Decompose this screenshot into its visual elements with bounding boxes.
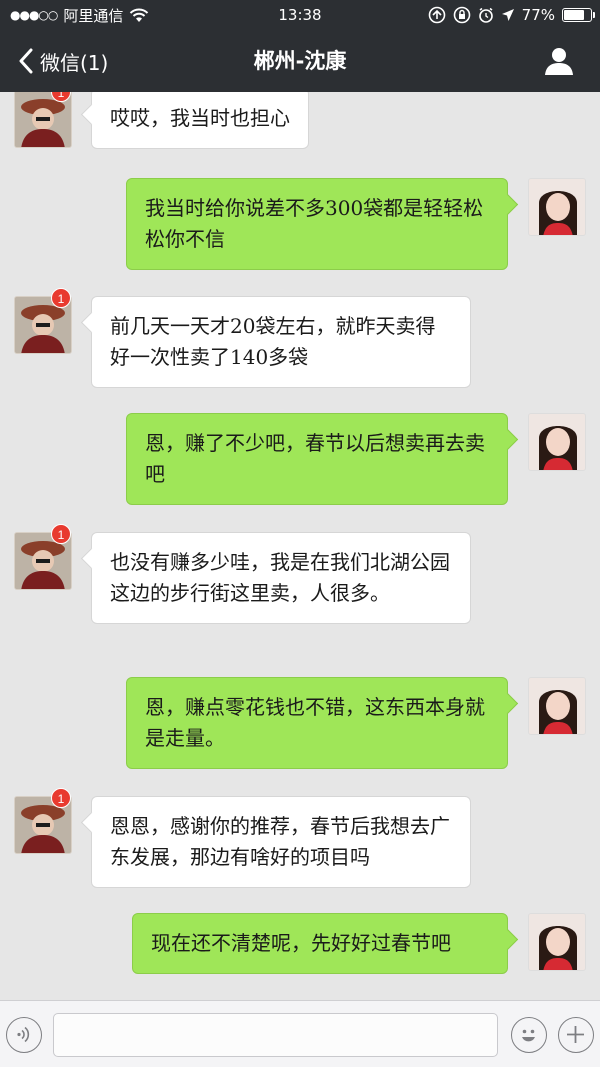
unread-badge: 1 [51, 288, 71, 308]
carrier-name: 阿里通信 [63, 6, 124, 25]
message-bubble-received[interactable]: 也没有赚多少哇，我是在我们北湖公园这边的步行街这里卖，人很多。 [91, 532, 471, 624]
my-avatar-image [529, 914, 585, 970]
my-avatar[interactable] [528, 677, 586, 735]
location-icon [501, 9, 514, 21]
plus-icon [567, 1026, 584, 1043]
status-left: ●●●○○ 阿里通信 [10, 5, 210, 26]
my-avatar-image [529, 179, 585, 235]
message-bubble-sent[interactable]: 现在还不清楚呢，先好好过春节吧 [132, 913, 508, 974]
chevron-left-icon [19, 48, 33, 74]
status-bar: ●●●○○ 阿里通信 13:38 77% [0, 0, 600, 30]
my-avatar[interactable] [528, 178, 586, 236]
message-bubble-sent[interactable]: 恩，赚点零花钱也不错，这东西本身就是走量。 [126, 677, 508, 769]
emoji-icon [522, 1029, 535, 1042]
unread-badge: 1 [51, 524, 71, 544]
back-button[interactable]: 微信(1) [18, 30, 108, 92]
more-button[interactable] [558, 1017, 594, 1053]
sync-icon [428, 6, 445, 24]
my-avatar[interactable] [528, 913, 586, 971]
emoji-button[interactable] [511, 1017, 547, 1053]
voice-icon [17, 1026, 30, 1043]
rotation-lock-icon [453, 6, 470, 24]
my-avatar-image [529, 678, 585, 734]
status-right: 77% [428, 6, 595, 24]
alarm-icon [478, 7, 493, 23]
unread-badge: 1 [51, 788, 71, 808]
input-bar [0, 1000, 600, 1067]
battery-percent: 77% [521, 6, 555, 24]
my-avatar-image [529, 414, 585, 470]
chat-history[interactable]: 1 哎哎，我当时也担心 我当时给你说差不多300袋都是轻轻松松你不信 1 前几天… [0, 92, 600, 1000]
message-bubble-received[interactable]: 前几天一天才20袋左右，就昨天卖得好一次性卖了140多袋 [91, 296, 471, 388]
battery-level [564, 10, 585, 20]
wifi-icon [130, 8, 149, 22]
battery-icon [562, 8, 595, 22]
message-bubble-sent[interactable]: 恩，赚了不少吧，春节以后想卖再去卖吧 [126, 413, 508, 505]
nav-bar: 微信(1) 郴州-沈康 [0, 30, 600, 92]
message-input[interactable] [53, 1013, 498, 1057]
message-bubble-received[interactable]: 恩恩，感谢你的推荐，春节后我想去广东发展，那边有啥好的项目吗 [91, 796, 471, 888]
message-bubble-sent[interactable]: 我当时给你说差不多300袋都是轻轻松松你不信 [126, 178, 508, 270]
my-avatar[interactable] [528, 413, 586, 471]
profile-icon[interactable] [544, 46, 574, 76]
message-bubble-received[interactable]: 哎哎，我当时也担心 [91, 92, 309, 149]
voice-button[interactable] [6, 1017, 42, 1053]
back-label: 微信(1) [40, 50, 109, 75]
signal-strength-icon: ●●●○○ [10, 8, 58, 22]
